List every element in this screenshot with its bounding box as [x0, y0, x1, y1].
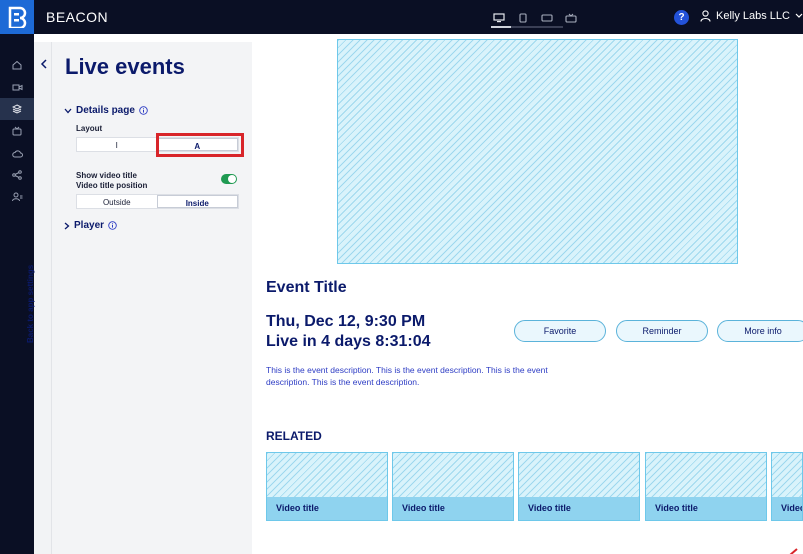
event-countdown: Live in 4 days 8:31:04 [266, 333, 431, 350]
scroll-indicator [788, 543, 798, 554]
position-option-inside[interactable]: Inside [156, 195, 238, 208]
layout-label: Layout [76, 124, 103, 133]
tv-stand-icon[interactable] [562, 10, 580, 26]
show-video-title-toggle[interactable] [221, 174, 237, 184]
user-icon [700, 10, 711, 22]
account-menu[interactable]: Kelly Labs LLC [700, 10, 803, 22]
beacon-logo-icon[interactable] [0, 0, 34, 34]
video-title: Video title [267, 497, 387, 520]
video-title: Video title [519, 497, 639, 520]
player-section[interactable]: Player [64, 220, 117, 231]
account-name: Kelly Labs LLC [716, 10, 790, 22]
page-title: Live events [65, 54, 185, 79]
info-icon[interactable] [139, 106, 148, 115]
share-icon[interactable] [0, 164, 34, 186]
more-info-button[interactable]: More info [717, 320, 803, 342]
settings-panel [52, 42, 252, 554]
back-label: Back to app settings [26, 264, 35, 343]
video-title: Video title [772, 497, 802, 520]
layout-option-i[interactable]: I [77, 138, 157, 151]
back-to-app-settings-link[interactable]: Back to app settings [26, 265, 42, 345]
tv-icon[interactable] [0, 120, 34, 142]
brand-name: BEACON [46, 9, 109, 25]
selection-highlight [156, 133, 244, 157]
chevron-down-icon [795, 13, 803, 18]
player-label: Player [74, 220, 105, 231]
device-preview-switcher [490, 10, 580, 26]
chevron-left-icon[interactable] [40, 56, 48, 69]
hero-image-placeholder [337, 39, 738, 264]
desktop-icon[interactable] [490, 10, 508, 26]
title-position-segmented-control: Outside Inside [76, 194, 239, 209]
related-video-card[interactable]: Video title [266, 452, 388, 521]
top-bar: BEACON ? Kelly Labs LLC [0, 0, 803, 34]
event-date-block: Thu, Dec 12, 9:30 PM Live in 4 days 8:31… [266, 312, 431, 352]
related-video-card[interactable]: Video title [518, 452, 640, 521]
help-icon[interactable]: ? [674, 10, 689, 25]
event-title: Event Title [266, 279, 347, 296]
reminder-button[interactable]: Reminder [616, 320, 708, 342]
details-page-section[interactable]: Details page [64, 105, 148, 116]
favorite-button[interactable]: Favorite [514, 320, 606, 342]
event-description: This is the event description. This is t… [266, 365, 548, 387]
video-title: Video title [393, 497, 513, 520]
layers-icon[interactable] [0, 98, 34, 120]
chevron-right-icon [64, 222, 70, 229]
info-icon[interactable] [108, 221, 117, 230]
chevron-down-icon [64, 108, 72, 113]
device-tab-underline [491, 26, 563, 28]
related-heading: RELATED [266, 429, 322, 443]
details-page-label: Details page [76, 105, 135, 116]
cloud-icon[interactable] [0, 142, 34, 164]
show-video-title-label: Show video title [76, 171, 137, 180]
related-video-card[interactable]: Video title [392, 452, 514, 521]
event-date: Thu, Dec 12, 9:30 PM [266, 313, 426, 330]
video-title: Video title [646, 497, 766, 520]
video-title-position-label: Video title position [76, 181, 148, 190]
user-settings-icon[interactable] [0, 186, 34, 208]
tv-icon[interactable] [538, 10, 556, 26]
related-video-card[interactable]: Video title [771, 452, 803, 521]
position-option-outside[interactable]: Outside [77, 195, 157, 208]
related-video-card[interactable]: Video title [645, 452, 767, 521]
tablet-icon[interactable] [514, 10, 532, 26]
video-icon[interactable] [0, 76, 34, 98]
home-icon[interactable] [0, 54, 34, 76]
